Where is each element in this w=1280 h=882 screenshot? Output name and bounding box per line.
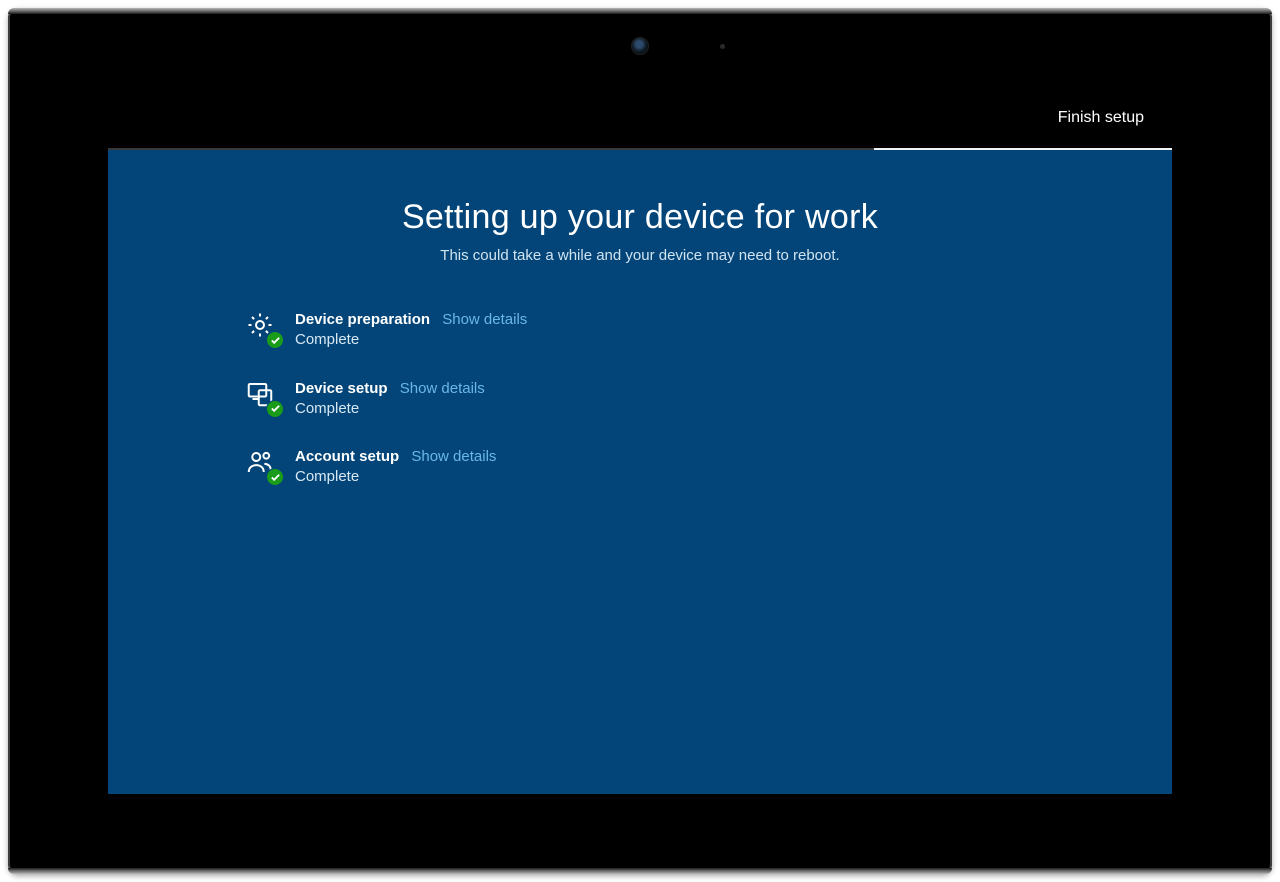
step-title: Device preparation — [295, 311, 430, 328]
check-badge-icon — [267, 401, 283, 417]
step-status: Complete — [295, 399, 485, 419]
step-status: Complete — [295, 330, 527, 350]
device-edge-top — [8, 8, 1272, 14]
steps-list: Device preparation Show details Complete — [245, 310, 885, 488]
page-title: Setting up your device for work — [402, 198, 878, 237]
step-account-setup: Account setup Show details Complete — [245, 447, 885, 488]
check-badge-icon — [267, 332, 283, 348]
device-frame: Finish setup Setting up your device for … — [8, 8, 1272, 874]
step-device-setup: Device setup Show details Complete — [245, 379, 885, 420]
check-badge-icon — [267, 469, 283, 485]
device-edge-bottom — [8, 868, 1272, 874]
topbar: Finish setup — [108, 88, 1172, 150]
progress-bar — [108, 148, 1172, 150]
step-title: Account setup — [295, 448, 399, 465]
step-status: Complete — [295, 467, 496, 487]
oobe-panel: Setting up your device for work This cou… — [108, 150, 1172, 794]
gear-icon — [245, 310, 281, 346]
step-title: Device setup — [295, 380, 388, 397]
phase-label: Finish setup — [1058, 109, 1144, 127]
people-icon — [245, 447, 281, 483]
show-details-link[interactable]: Show details — [442, 311, 527, 328]
step-device-preparation: Device preparation Show details Complete — [245, 310, 885, 351]
screen: Finish setup Setting up your device for … — [108, 88, 1172, 794]
sensor-dot-icon — [720, 44, 725, 49]
show-details-link[interactable]: Show details — [400, 380, 485, 397]
camera-icon — [632, 38, 648, 54]
show-details-link[interactable]: Show details — [411, 448, 496, 465]
devices-icon — [245, 379, 281, 415]
page-subtitle: This could take a while and your device … — [440, 247, 839, 264]
